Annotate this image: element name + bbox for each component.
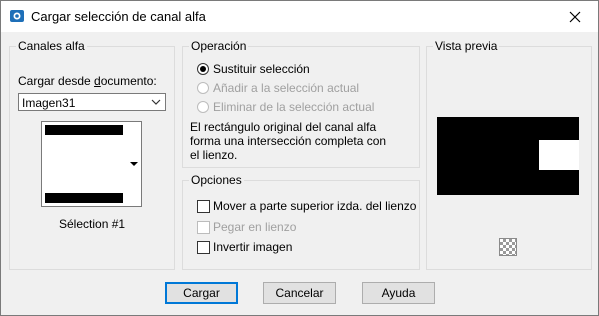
radio-replace[interactable] (197, 63, 209, 75)
operation-note-line-1: El rectángulo original del canal alfa (190, 120, 377, 134)
preview-label: Vista previa (433, 39, 500, 53)
document-select-value: Imagen31 (22, 96, 76, 110)
alpha-channels-label: Canales alfa (16, 39, 87, 53)
radio-subtract-label[interactable]: Eliminar de la selección actual (213, 100, 374, 114)
checkbox-paste-canvas[interactable] (197, 221, 210, 234)
close-icon (569, 11, 581, 22)
checkbox-invert[interactable] (197, 241, 210, 254)
app-icon (10, 10, 24, 22)
load-alpha-channel-dialog: Cargar selección de canal alfa Canales a… (0, 0, 599, 316)
window-title: Cargar selección de canal alfa (31, 9, 206, 24)
preview-canvas (437, 117, 579, 195)
checkbox-move-top-left[interactable] (197, 200, 210, 213)
operation-note-line-2: forma una intersección completa con (190, 134, 387, 148)
chevron-down-icon (151, 99, 161, 105)
thumbnail-bottom-bar (45, 193, 123, 203)
thumbnail-top-bar (45, 125, 123, 135)
radio-subtract[interactable] (197, 101, 209, 113)
checkerboard-icon[interactable] (499, 238, 517, 256)
dropdown-arrow-icon (130, 162, 138, 166)
checkbox-invert-label[interactable]: Invertir imagen (213, 240, 292, 254)
load-button[interactable]: Cargar (165, 282, 238, 304)
radio-add-label[interactable]: Añadir a la selección actual (213, 81, 359, 95)
preview-selection-area (539, 140, 579, 170)
operation-label: Operación (189, 39, 249, 53)
document-select[interactable]: Imagen31 (18, 93, 166, 111)
checkbox-move-top-left-label[interactable]: Mover a parte superior izda. del lienzo (213, 199, 416, 213)
radio-add[interactable] (197, 82, 209, 94)
channel-thumbnail[interactable] (41, 121, 127, 207)
radio-selected-dot (200, 66, 206, 72)
checkbox-paste-canvas-label[interactable]: Pegar en lienzo (213, 220, 296, 234)
help-button[interactable]: Ayuda (362, 282, 435, 304)
load-from-document-label: Cargar desde documento: (18, 74, 157, 88)
radio-replace-label[interactable]: Sustituir selección (213, 62, 310, 76)
selection-caption: Sélection #1 (59, 217, 126, 231)
close-button[interactable] (552, 1, 598, 32)
channel-thumbnail-dropdown[interactable] (126, 121, 142, 207)
title-bar: Cargar selección de canal alfa (1, 1, 598, 32)
operation-note-line-3: el lienzo. (190, 148, 238, 162)
cancel-button[interactable]: Cancelar (263, 282, 336, 304)
options-label: Opciones (189, 173, 244, 187)
